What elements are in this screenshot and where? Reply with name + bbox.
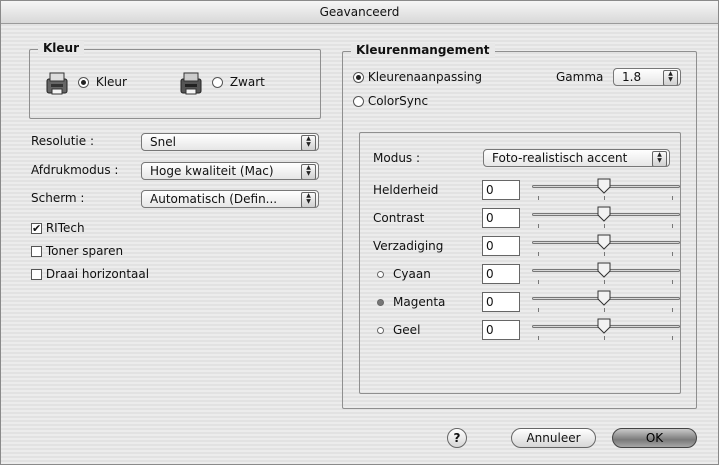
slider-label: Contrast (373, 211, 425, 225)
slider-label: Geel (393, 323, 421, 337)
slider-tick (604, 224, 605, 228)
rotate-horizontal-checkbox[interactable]: Draai horizontaal (31, 267, 149, 281)
cancel-button[interactable]: Annuleer (511, 428, 596, 448)
slider-value-field[interactable]: 0 (482, 320, 520, 340)
color-radio[interactable] (78, 77, 89, 88)
slider-thumb-icon[interactable] (596, 206, 612, 222)
slider-thumb-icon[interactable] (596, 318, 612, 334)
mode-popup[interactable]: Foto-realistisch accent ▲ ▼ (483, 149, 670, 167)
slider-tick (538, 308, 539, 312)
slider-value-field[interactable]: 0 (482, 208, 520, 228)
popup-arrows-icon: ▲ ▼ (301, 192, 316, 207)
black-option[interactable]: Zwart (212, 75, 265, 89)
slider-label: Verzadiging (373, 239, 444, 253)
slider-row: Magenta 0 (360, 290, 680, 315)
color-adjust-option[interactable]: Kleurenaanpassing (353, 70, 482, 84)
toner-save-checkbox[interactable]: Toner sparen (31, 244, 123, 258)
slider-value-field[interactable]: 0 (482, 236, 520, 256)
slider-tick (538, 224, 539, 228)
slider-tick (604, 252, 605, 256)
color-group: Kleur Kleur Zwart (29, 41, 321, 119)
slider-tick (672, 308, 673, 312)
screen-label: Scherm : (31, 191, 85, 205)
slider-thumb-icon[interactable] (596, 290, 612, 306)
print-mode-popup[interactable]: Hoge kwaliteit (Mac) ▲ ▼ (141, 162, 319, 180)
slider-tick (538, 336, 539, 340)
black-radio[interactable] (212, 77, 223, 88)
hollow-dot-icon (377, 327, 384, 334)
adjustments-panel: Modus : Foto-realistisch accent ▲ ▼ Helde… (359, 132, 681, 394)
slider-value-field[interactable]: 0 (482, 180, 520, 200)
mode-label: Modus : (373, 151, 421, 165)
help-button[interactable]: ? (447, 428, 467, 448)
popup-arrows-icon: ▲ ▼ (301, 164, 316, 179)
filled-dot-icon (377, 299, 384, 306)
slider-value-field[interactable]: 0 (482, 264, 520, 284)
rotate-horizontal-label: Draai horizontaal (45, 267, 150, 281)
ok-button[interactable]: OK (612, 428, 697, 448)
slider-tick (538, 252, 539, 256)
screen-value: Automatisch (Defin... (150, 192, 278, 206)
slider-tick (538, 280, 539, 284)
colorsync-label: ColorSync (367, 94, 429, 108)
popup-arrows-icon: ▲ ▼ (663, 70, 678, 85)
slider-row: Cyaan 0 (360, 262, 680, 287)
color-adjust-label: Kleurenaanpassing (367, 70, 483, 84)
print-mode-value: Hoge kwaliteit (Mac) (150, 164, 274, 178)
slider-label: Helderheid (373, 183, 439, 197)
slider-thumb-icon[interactable] (596, 234, 612, 250)
advanced-dialog: Geavanceerd Kleur Kleur Zwart Resolutie … (0, 0, 719, 465)
black-option-label: Zwart (229, 75, 265, 89)
ritech-checkbox-box[interactable]: ✔ (31, 223, 42, 234)
toner-save-label: Toner sparen (45, 244, 124, 258)
ritech-label: RITech (45, 221, 85, 235)
slider-tick (604, 308, 605, 312)
resolution-label: Resolutie : (31, 134, 94, 148)
slider-tick (604, 280, 605, 284)
black-printer-icon (180, 72, 202, 95)
toner-save-checkbox-box[interactable] (31, 246, 42, 257)
slider-row: Verzadiging 0 (360, 234, 680, 259)
color-option-label: Kleur (95, 75, 127, 89)
slider-thumb-icon[interactable] (596, 178, 612, 194)
ritech-checkbox[interactable]: ✔ RITech (31, 221, 85, 235)
color-adjust-radio[interactable] (353, 72, 364, 83)
screen-popup[interactable]: Automatisch (Defin... ▲ ▼ (141, 190, 319, 208)
slider-tick (672, 224, 673, 228)
popup-arrows-icon: ▲ ▼ (652, 151, 667, 166)
slider-row: Contrast 0 (360, 206, 680, 231)
rotate-horizontal-checkbox-box[interactable] (31, 269, 42, 280)
color-management-group: Kleurenmangement Kleurenaanpassing Color… (342, 43, 697, 409)
gamma-value: 1.8 (622, 70, 642, 84)
hollow-dot-icon (377, 271, 384, 278)
slider-tick (672, 336, 673, 340)
colorsync-radio[interactable] (353, 96, 364, 107)
gamma-popup[interactable]: 1.8 ▲ ▼ (613, 68, 681, 86)
color-printer-icon (46, 72, 68, 95)
slider-tick (672, 280, 673, 284)
color-group-title: Kleur (38, 41, 85, 55)
slider-tick (672, 252, 673, 256)
slider-thumb-icon[interactable] (596, 262, 612, 278)
slider-tick (672, 196, 673, 200)
resolution-value: Snel (150, 135, 176, 149)
slider-row: Geel 0 (360, 318, 680, 343)
slider-tick (538, 196, 539, 200)
mode-value: Foto-realistisch accent (492, 151, 628, 165)
color-option[interactable]: Kleur (78, 75, 127, 89)
colorsync-option[interactable]: ColorSync (353, 94, 428, 108)
print-mode-label: Afdrukmodus : (31, 163, 119, 177)
slider-label: Cyaan (393, 267, 431, 281)
slider-label: Magenta (393, 295, 446, 309)
window-title: Geavanceerd (1, 1, 718, 24)
slider-tick (604, 196, 605, 200)
slider-tick (604, 336, 605, 340)
popup-arrows-icon: ▲ ▼ (301, 135, 316, 150)
gamma-label: Gamma (556, 70, 604, 84)
resolution-popup[interactable]: Snel ▲ ▼ (141, 133, 319, 151)
color-management-title: Kleurenmangement (351, 43, 495, 57)
slider-row: Helderheid 0 (360, 178, 680, 203)
slider-value-field[interactable]: 0 (482, 292, 520, 312)
